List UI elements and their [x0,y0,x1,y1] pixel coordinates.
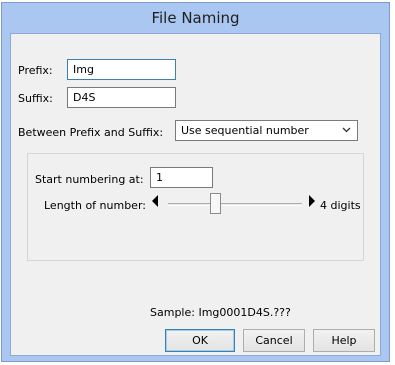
numbering-group: Start numbering at: 1 Length of number: … [27,153,364,261]
file-naming-dialog: File Naming Prefix: Img Suffix: D4S Betw… [1,2,390,362]
start-numbering-label: Start numbering at: [35,173,144,186]
length-slider-thumb[interactable] [210,193,221,214]
dialog-title: File Naming [151,8,240,27]
length-slider-track[interactable] [168,203,302,206]
prefix-label: Prefix: [18,64,53,77]
help-button[interactable]: Help [313,329,375,352]
help-button-label: Help [331,334,357,347]
suffix-input[interactable]: D4S [67,87,176,108]
between-label: Between Prefix and Suffix: [18,126,164,139]
dialog-body: Prefix: Img Suffix: D4S Between Prefix a… [10,33,381,356]
between-select-value: Use sequential number [181,124,309,137]
decrease-arrow-icon[interactable] [152,195,158,207]
ok-button[interactable]: OK [165,329,235,352]
prefix-input[interactable]: Img [67,59,176,80]
sample-text: Sample: Img0001D4S.??? [150,306,291,319]
increase-arrow-icon[interactable] [309,195,315,207]
cancel-button[interactable]: Cancel [243,329,305,352]
cancel-button-label: Cancel [255,334,293,347]
length-value-label: 4 digits [320,199,361,212]
suffix-label: Suffix: [18,92,53,105]
chevron-down-icon [342,127,351,133]
length-of-number-label: Length of number: [44,199,146,212]
dialog-title-bar[interactable]: File Naming [2,3,389,32]
between-select[interactable]: Use sequential number [175,120,358,141]
ok-button-label: OK [192,334,208,347]
start-numbering-input[interactable]: 1 [150,167,213,188]
